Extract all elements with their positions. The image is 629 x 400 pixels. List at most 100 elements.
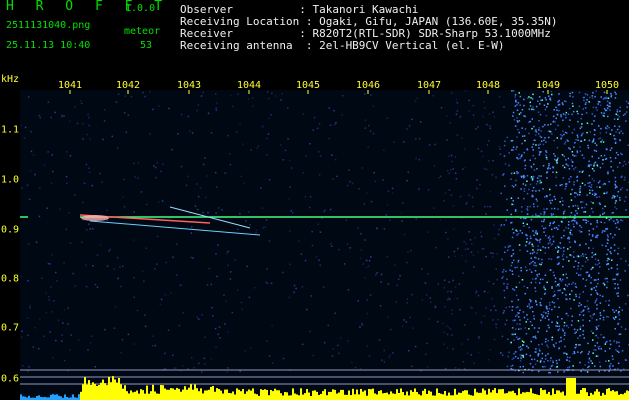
noise-pixel-bright xyxy=(531,358,533,361)
noise-pixel xyxy=(475,312,477,314)
noise-pixel-bright xyxy=(558,256,560,258)
noise-pixel xyxy=(381,359,383,361)
noise-pixel-bright xyxy=(591,362,594,364)
noise-pixel xyxy=(544,365,546,368)
noise-pixel xyxy=(548,258,550,260)
noise-pixel xyxy=(443,331,445,333)
noise-pixel xyxy=(212,315,214,317)
noise-pixel xyxy=(571,233,573,236)
power-bar xyxy=(408,395,410,400)
noise-pixel xyxy=(450,92,453,94)
noise-pixel xyxy=(82,122,84,125)
power-bar xyxy=(586,392,588,400)
noise-pixel xyxy=(625,359,627,361)
noise-pixel xyxy=(309,330,311,333)
noise-pixel xyxy=(180,165,183,168)
noise-pixel xyxy=(433,207,435,209)
noise-pixel-bright xyxy=(561,292,564,294)
noise-pixel-bright xyxy=(582,333,584,336)
noise-pixel xyxy=(533,169,536,171)
noise-pixel xyxy=(620,326,623,328)
noise-pixel xyxy=(215,107,217,109)
noise-pixel xyxy=(392,352,394,354)
noise-pixel-bright xyxy=(592,352,594,354)
noise-pixel xyxy=(621,219,624,222)
noise-pixel-bright xyxy=(538,189,540,192)
noise-pixel xyxy=(583,99,585,102)
noise-pixel-bright xyxy=(548,318,550,321)
noise-pixel xyxy=(526,208,528,210)
noise-pixel xyxy=(268,179,271,181)
noise-pixel xyxy=(39,116,41,119)
noise-pixel xyxy=(524,266,527,268)
noise-pixel xyxy=(152,335,154,337)
noise-pixel xyxy=(302,113,305,115)
power-bar xyxy=(260,389,262,400)
noise-pixel xyxy=(444,192,447,195)
noise-pixel xyxy=(493,338,496,341)
noise-pixel-bright xyxy=(538,129,540,131)
time-tick: 1.1 xyxy=(1,124,20,136)
noise-pixel xyxy=(624,113,626,115)
noise-pixel xyxy=(65,175,68,178)
noise-pixel-bright xyxy=(533,139,536,141)
noise-pixel-bright xyxy=(565,159,567,161)
noise-pixel xyxy=(623,160,626,163)
noise-pixel xyxy=(424,282,427,284)
noise-pixel-bright xyxy=(591,168,594,170)
noise-pixel-bright xyxy=(611,197,614,199)
noise-pixel-bright xyxy=(599,203,601,206)
noise-pixel-bright xyxy=(534,336,536,338)
noise-pixel xyxy=(415,138,417,140)
noise-pixel-bright xyxy=(555,359,558,362)
noise-pixel xyxy=(454,156,457,158)
power-bar xyxy=(428,390,430,400)
noise-pixel-bright xyxy=(515,99,517,102)
noise-pixel-bright xyxy=(531,98,534,100)
noise-pixel-bright xyxy=(607,107,609,109)
noise-pixel-bright xyxy=(511,270,513,272)
power-bar xyxy=(456,394,458,400)
noise-pixel-bright xyxy=(577,351,579,353)
noise-pixel xyxy=(448,172,450,175)
noise-pixel-bright xyxy=(521,232,523,234)
noise-pixel-bright xyxy=(553,195,556,198)
noise-pixel xyxy=(372,132,375,135)
noise-pixel-bright xyxy=(619,199,621,201)
noise-pixel xyxy=(228,153,231,155)
power-bar xyxy=(574,378,576,400)
noise-pixel-bright xyxy=(532,245,534,248)
noise-pixel xyxy=(55,271,57,274)
noise-pixel xyxy=(606,100,609,103)
power-bar xyxy=(436,388,438,400)
noise-pixel-bright xyxy=(532,186,535,189)
noise-pixel-bright xyxy=(532,149,534,151)
power-bar xyxy=(462,391,464,400)
noise-pixel xyxy=(265,281,268,284)
noise-pixel-bright xyxy=(512,200,514,202)
power-bar xyxy=(182,389,184,400)
noise-pixel xyxy=(447,238,449,240)
noise-pixel-bright xyxy=(517,316,520,318)
noise-pixel-bright xyxy=(522,135,524,137)
noise-pixel-bright xyxy=(539,278,542,281)
noise-pixel xyxy=(531,278,534,280)
noise-pixel xyxy=(601,207,604,210)
noise-pixel xyxy=(489,349,492,351)
noise-pixel xyxy=(427,189,430,191)
noise-pixel-bright xyxy=(518,113,521,115)
noise-pixel xyxy=(571,220,573,222)
power-bar xyxy=(602,392,604,400)
noise-pixel xyxy=(242,143,244,145)
noise-pixel-bright xyxy=(579,194,581,196)
power-bar xyxy=(302,394,304,400)
noise-pixel-bright xyxy=(510,367,512,370)
noise-pixel xyxy=(262,227,265,229)
noise-pixel xyxy=(254,286,256,289)
noise-pixel xyxy=(594,349,597,351)
noise-pixel-bright xyxy=(526,305,529,308)
noise-pixel xyxy=(43,164,46,166)
noise-pixel xyxy=(520,356,522,358)
noise-pixel xyxy=(236,289,239,291)
power-bar xyxy=(38,395,40,400)
